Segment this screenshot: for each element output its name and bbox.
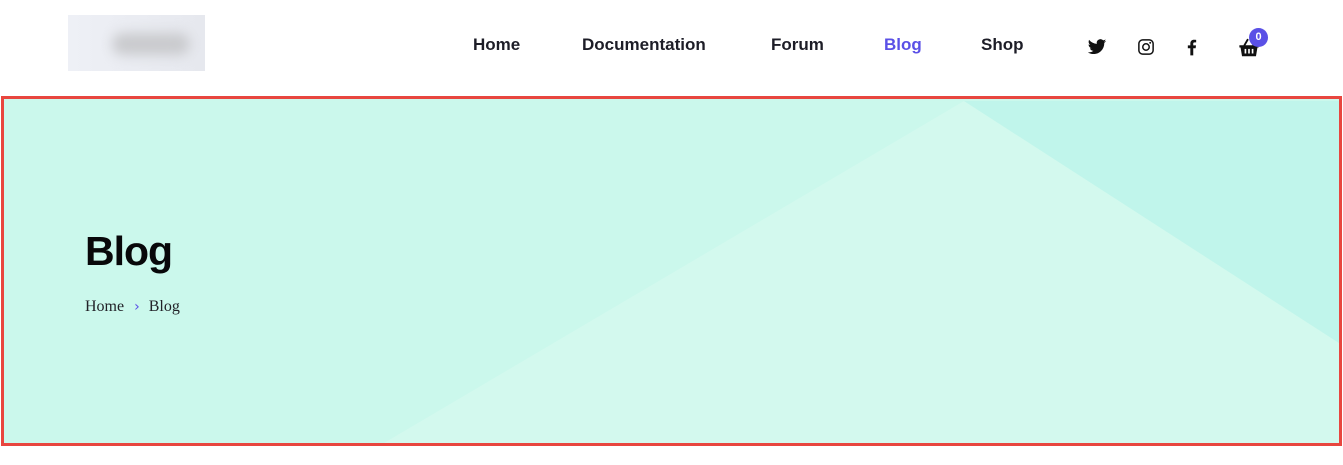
site-logo[interactable] <box>68 15 205 71</box>
breadcrumb-home-link[interactable]: Home <box>85 297 124 317</box>
hero-background <box>384 101 1339 443</box>
nav-item-forum[interactable]: Forum <box>771 34 824 56</box>
nav-item-home[interactable]: Home <box>473 34 520 56</box>
breadcrumb-current: Blog <box>148 298 180 316</box>
page-hero: Blog Home › Blog <box>1 96 1342 446</box>
chevron-right-icon: › <box>134 299 140 316</box>
instagram-icon[interactable] <box>1137 38 1155 56</box>
site-header: Home Documentation Forum Blog Shop 0 <box>0 0 1343 95</box>
nav-item-blog[interactable]: Blog <box>884 34 922 56</box>
facebook-icon[interactable] <box>1182 37 1202 57</box>
nav-item-shop[interactable]: Shop <box>981 34 1024 56</box>
breadcrumb: Home › Blog <box>85 297 180 317</box>
cart-count-badge: 0 <box>1249 28 1268 47</box>
nav-item-documentation[interactable]: Documentation <box>582 34 706 56</box>
page-title: Blog <box>85 228 173 274</box>
twitter-icon[interactable] <box>1087 37 1107 57</box>
logo-blur <box>112 33 190 55</box>
